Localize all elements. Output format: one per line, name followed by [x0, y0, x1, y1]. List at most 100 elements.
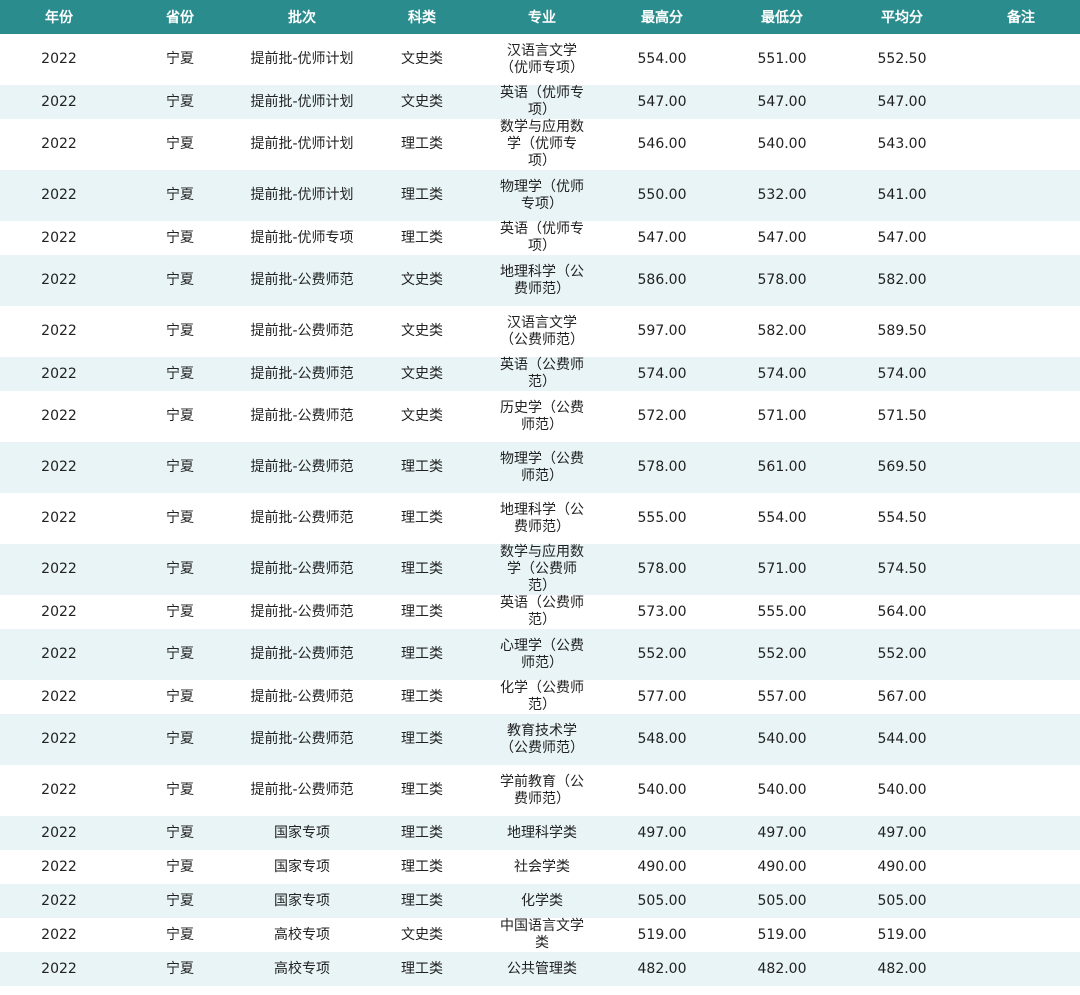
table-row: 2022 宁夏 提前批-公费师范 理工类 物理学（公费师范） 578.00 561.00 56…: [0, 442, 1080, 493]
cell-province: 宁夏: [118, 255, 242, 306]
cell-min-score: 547.00: [722, 221, 842, 255]
table-row: 2022 宁夏 提前批-优师计划 理工类 数学与应用数学（优师专项） 546.00 540.…: [0, 119, 1080, 170]
cell-remarks: [962, 357, 1080, 391]
cell-major: 汉语言文学（公费师范）: [482, 306, 602, 357]
cell-category: 理工类: [362, 493, 482, 544]
cell-category: 理工类: [362, 952, 482, 986]
table-row: 2022 宁夏 提前批-优师计划 文史类 英语（优师专项） 547.00 547.00 547…: [0, 85, 1080, 119]
cell-category: 理工类: [362, 595, 482, 629]
cell-year: 2022: [0, 544, 118, 595]
cell-major: 历史学（公费师范）: [482, 391, 602, 442]
cell-category: 理工类: [362, 884, 482, 918]
cell-category: 理工类: [362, 119, 482, 170]
cell-max-score: 572.00: [602, 391, 722, 442]
cell-major: 数学与应用数学（公费师范）: [482, 544, 602, 595]
cell-major: 心理学（公费师范）: [482, 629, 602, 680]
table-row: 2022 宁夏 高校专项 理工类 公共管理类 482.00 482.00 482.00: [0, 952, 1080, 986]
cell-avg-score: 564.00: [842, 595, 962, 629]
header-avg-score: 平均分: [842, 0, 962, 34]
cell-major: 英语（优师专项）: [482, 221, 602, 255]
cell-batch: 提前批-公费师范: [242, 357, 362, 391]
cell-province: 宁夏: [118, 34, 242, 85]
cell-year: 2022: [0, 119, 118, 170]
cell-year: 2022: [0, 850, 118, 884]
cell-avg-score: 540.00: [842, 765, 962, 816]
cell-province: 宁夏: [118, 714, 242, 765]
header-year: 年份: [0, 0, 118, 34]
cell-year: 2022: [0, 493, 118, 544]
cell-avg-score: 574.50: [842, 544, 962, 595]
cell-major: 英语（优师专项）: [482, 85, 602, 119]
table-row: 2022 宁夏 提前批-优师专项 理工类 英语（优师专项） 547.00 547.00 547…: [0, 221, 1080, 255]
cell-province: 宁夏: [118, 816, 242, 850]
cell-batch: 提前批-公费师范: [242, 544, 362, 595]
cell-max-score: 574.00: [602, 357, 722, 391]
cell-year: 2022: [0, 357, 118, 391]
cell-avg-score: 482.00: [842, 952, 962, 986]
cell-major: 汉语言文学（优师专项）: [482, 34, 602, 85]
cell-min-score: 547.00: [722, 85, 842, 119]
cell-batch: 提前批-公费师范: [242, 255, 362, 306]
cell-province: 宁夏: [118, 357, 242, 391]
cell-min-score: 554.00: [722, 493, 842, 544]
cell-max-score: 540.00: [602, 765, 722, 816]
cell-avg-score: 547.00: [842, 85, 962, 119]
table-row: 2022 宁夏 提前批-公费师范 理工类 化学（公费师范） 577.00 557.00 567…: [0, 680, 1080, 714]
cell-avg-score: 541.00: [842, 170, 962, 221]
cell-batch: 提前批-公费师范: [242, 714, 362, 765]
cell-year: 2022: [0, 765, 118, 816]
cell-province: 宁夏: [118, 442, 242, 493]
cell-max-score: 497.00: [602, 816, 722, 850]
cell-year: 2022: [0, 816, 118, 850]
cell-category: 理工类: [362, 850, 482, 884]
cell-province: 宁夏: [118, 119, 242, 170]
cell-max-score: 554.00: [602, 34, 722, 85]
cell-major: 化学类: [482, 884, 602, 918]
cell-batch: 提前批-公费师范: [242, 442, 362, 493]
cell-remarks: [962, 884, 1080, 918]
table-row: 2022 宁夏 国家专项 理工类 社会学类 490.00 490.00 490.00: [0, 850, 1080, 884]
cell-remarks: [962, 918, 1080, 952]
cell-major: 英语（公费师范）: [482, 357, 602, 391]
cell-min-score: 505.00: [722, 884, 842, 918]
cell-major: 地理科学（公费师范）: [482, 255, 602, 306]
table-row: 2022 宁夏 提前批-公费师范 理工类 学前教育（公费师范） 540.00 540.00 5…: [0, 765, 1080, 816]
cell-max-score: 578.00: [602, 442, 722, 493]
cell-province: 宁夏: [118, 884, 242, 918]
cell-batch: 提前批-优师计划: [242, 119, 362, 170]
cell-max-score: 519.00: [602, 918, 722, 952]
cell-major: 中国语言文学类: [482, 918, 602, 952]
cell-remarks: [962, 391, 1080, 442]
cell-min-score: 482.00: [722, 952, 842, 986]
cell-min-score: 490.00: [722, 850, 842, 884]
cell-remarks: [962, 306, 1080, 357]
cell-batch: 国家专项: [242, 850, 362, 884]
cell-category: 理工类: [362, 816, 482, 850]
cell-major: 地理科学（公费师范）: [482, 493, 602, 544]
cell-remarks: [962, 595, 1080, 629]
header-min-score: 最低分: [722, 0, 842, 34]
cell-batch: 高校专项: [242, 918, 362, 952]
header-row: 年份 省份 批次 科类 专业 最高分 最低分 平均分 备注: [0, 0, 1080, 34]
cell-category: 理工类: [362, 629, 482, 680]
cell-max-score: 573.00: [602, 595, 722, 629]
cell-min-score: 555.00: [722, 595, 842, 629]
cell-avg-score: 547.00: [842, 221, 962, 255]
cell-province: 宁夏: [118, 765, 242, 816]
table-row: 2022 宁夏 提前批-公费师范 理工类 心理学（公费师范） 552.00 552.00 55…: [0, 629, 1080, 680]
table-row: 2022 宁夏 提前批-公费师范 理工类 地理科学（公费师范） 555.00 554.00 5…: [0, 493, 1080, 544]
cell-province: 宁夏: [118, 85, 242, 119]
cell-max-score: 548.00: [602, 714, 722, 765]
table-row: 2022 宁夏 提前批-公费师范 理工类 教育技术学（公费师范） 548.00 540.00…: [0, 714, 1080, 765]
header-batch: 批次: [242, 0, 362, 34]
cell-min-score: 519.00: [722, 918, 842, 952]
cell-batch: 提前批-公费师范: [242, 493, 362, 544]
cell-remarks: [962, 170, 1080, 221]
cell-remarks: [962, 952, 1080, 986]
cell-min-score: 571.00: [722, 544, 842, 595]
cell-remarks: [962, 816, 1080, 850]
cell-year: 2022: [0, 952, 118, 986]
table-row: 2022 宁夏 提前批-公费师范 文史类 汉语言文学（公费师范） 597.00 582.00…: [0, 306, 1080, 357]
cell-major: 公共管理类: [482, 952, 602, 986]
cell-batch: 提前批-公费师范: [242, 391, 362, 442]
